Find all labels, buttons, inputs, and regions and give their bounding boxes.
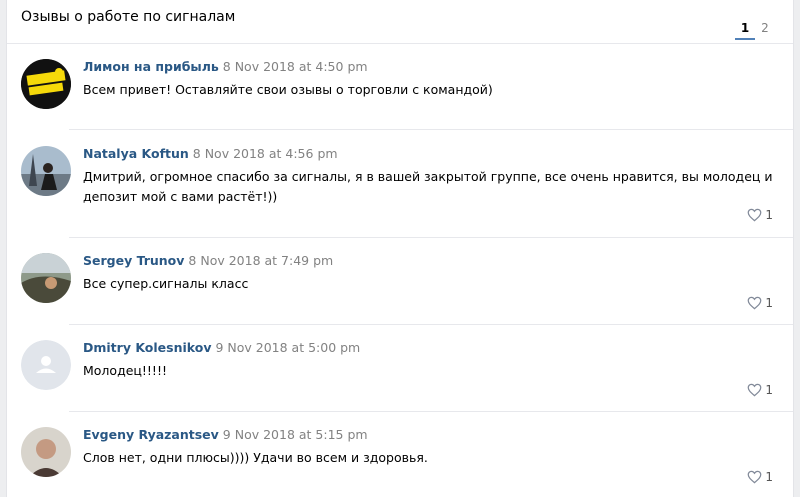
author-link[interactable]: Natalya Koftun xyxy=(83,146,189,161)
comment-date[interactable]: 8 Nov 2018 at 7:49 pm xyxy=(188,253,333,268)
author-link[interactable]: Dmitry Kolesnikov xyxy=(83,340,211,355)
comment-date[interactable]: 8 Nov 2018 at 4:56 pm xyxy=(193,146,338,161)
comment-date[interactable]: 9 Nov 2018 at 5:15 pm xyxy=(223,427,368,442)
like-button[interactable]: 1 xyxy=(747,383,773,397)
like-button[interactable]: 1 xyxy=(747,208,773,222)
comment-meta: Dmitry Kolesnikov 9 Nov 2018 at 5:00 pm xyxy=(83,340,360,356)
user-photo-icon xyxy=(21,146,71,196)
like-count: 1 xyxy=(765,470,773,484)
comments-panel: Озывы о работе по сигналам 12 Лимон на п… xyxy=(6,0,794,497)
default-user-icon xyxy=(21,340,71,390)
avatar[interactable] xyxy=(21,59,71,109)
page-title: Озывы о работе по сигналам xyxy=(21,9,236,25)
comment-item: Evgeny Ryazantsev 9 Nov 2018 at 5:15 pm … xyxy=(21,427,777,497)
author-link[interactable]: Лимон на прибыль xyxy=(83,59,219,74)
avatar[interactable] xyxy=(21,340,71,390)
comment-meta: Sergey Trunov 8 Nov 2018 at 7:49 pm xyxy=(83,253,333,269)
avatar[interactable] xyxy=(21,253,71,303)
comment-meta: Лимон на прибыль 8 Nov 2018 at 4:50 pm xyxy=(83,59,368,75)
heart-icon xyxy=(747,208,762,222)
page-1-link[interactable]: 1 xyxy=(735,21,755,40)
comment-text: Всем привет! Оставляйте свои озывы о тор… xyxy=(83,82,493,97)
comment-text: Дмитрий, огромное спасибо за сигналы, я … xyxy=(83,169,773,204)
comment-date[interactable]: 8 Nov 2018 at 4:50 pm xyxy=(223,59,368,74)
lemon-logo-icon xyxy=(21,59,71,109)
like-button[interactable]: 1 xyxy=(747,470,773,484)
divider xyxy=(69,237,793,238)
comment-date[interactable]: 9 Nov 2018 at 5:00 pm xyxy=(215,340,360,355)
panel-header: Озывы о работе по сигналам 12 xyxy=(7,0,793,44)
author-link[interactable]: Evgeny Ryazantsev xyxy=(83,427,219,442)
heart-icon xyxy=(747,383,762,397)
comment-item: Dmitry Kolesnikov 9 Nov 2018 at 5:00 pm … xyxy=(21,340,777,410)
page-2-link[interactable]: 2 xyxy=(755,21,775,38)
user-photo-icon xyxy=(21,253,71,303)
heart-icon xyxy=(747,470,762,484)
comment-text: Слов нет, одни плюсы)))) Удачи во всем и… xyxy=(83,450,428,465)
divider xyxy=(69,411,793,412)
author-link[interactable]: Sergey Trunov xyxy=(83,253,184,268)
heart-icon xyxy=(747,296,762,310)
avatar[interactable] xyxy=(21,146,71,196)
pagination: 12 xyxy=(735,21,775,40)
comment-meta: Natalya Koftun 8 Nov 2018 at 4:56 pm xyxy=(83,146,338,162)
comment-item: Лимон на прибыль 8 Nov 2018 at 4:50 pm В… xyxy=(21,59,777,129)
like-count: 1 xyxy=(765,383,773,397)
comment-text: Все супер.сигналы класс xyxy=(83,276,249,291)
like-count: 1 xyxy=(765,208,773,222)
comment-item: Sergey Trunov 8 Nov 2018 at 7:49 pm Все … xyxy=(21,253,777,323)
comment-meta: Evgeny Ryazantsev 9 Nov 2018 at 5:15 pm xyxy=(83,427,368,443)
user-photo-icon xyxy=(21,427,71,477)
like-button[interactable]: 1 xyxy=(747,296,773,310)
divider xyxy=(69,129,793,130)
comment-item: Natalya Koftun 8 Nov 2018 at 4:56 pm Дми… xyxy=(21,146,777,231)
comment-text: Молодец!!!!! xyxy=(83,363,167,378)
divider xyxy=(69,324,793,325)
avatar[interactable] xyxy=(21,427,71,477)
like-count: 1 xyxy=(765,296,773,310)
